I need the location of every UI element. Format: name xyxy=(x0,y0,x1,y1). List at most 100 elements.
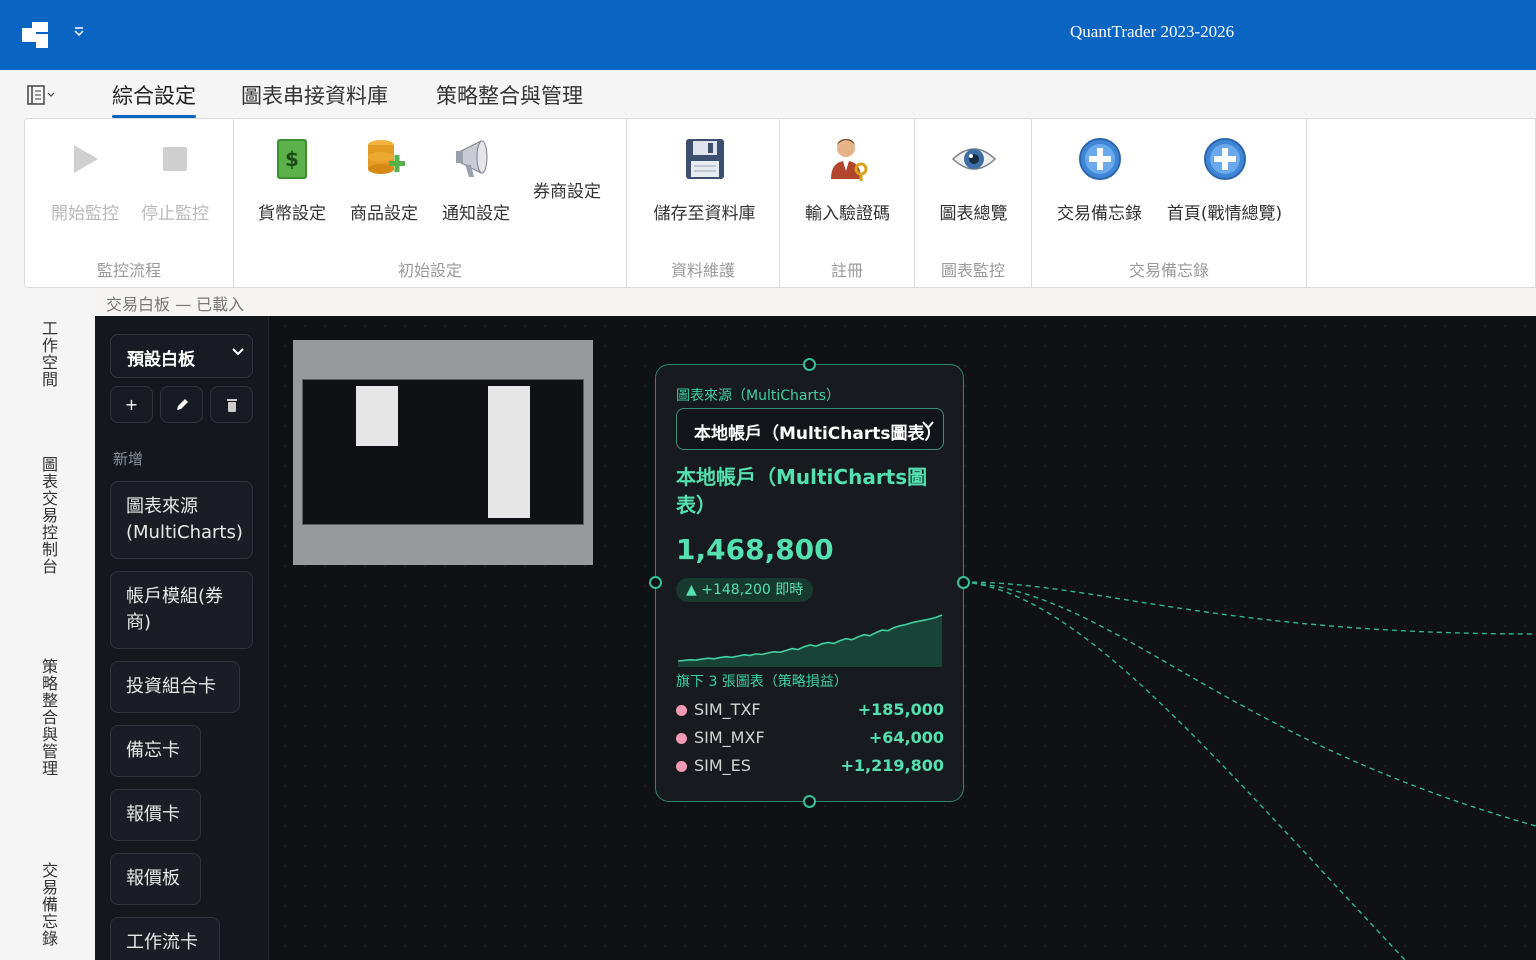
home-dashboard-button[interactable]: 首頁(戰情總覽) xyxy=(1162,133,1287,224)
sub-charts-label: 旗下 3 張圖表（策略損益） xyxy=(676,674,848,690)
whiteboard-select-value: 預設白板 xyxy=(127,350,195,370)
minimap[interactable] xyxy=(293,340,593,565)
enter-code-button[interactable]: 輸入驗證碼 xyxy=(800,133,895,224)
stop-monitor-button[interactable]: 停止監控 xyxy=(137,133,213,224)
whiteboard-select[interactable]: 預設白板 xyxy=(110,334,253,378)
group-label: 監控流程 xyxy=(96,261,161,280)
status-dot-icon xyxy=(676,705,687,716)
group-label: 圖表監控 xyxy=(940,261,1005,280)
palette-item-chart-source[interactable]: 圖表來源 (MultiCharts) xyxy=(110,481,253,559)
value-change-badge: ▲ +148,200 即時 xyxy=(676,578,814,602)
tab-strategy-management[interactable]: 策略整合與管理 xyxy=(436,80,583,118)
palette-item-workflow-card[interactable]: 工作流卡 xyxy=(110,917,220,960)
broker-settings-button[interactable]: 券商設定 xyxy=(533,177,601,202)
delete-whiteboard-button[interactable] xyxy=(210,386,253,423)
node-palette: 預設白板 + 新增 圖表來源 (MultiCharts) 帳戶模組(券 商) 投… xyxy=(95,316,269,960)
status-text: 交易白板 — 已載入 xyxy=(106,295,245,314)
account-value: 1,468,800 xyxy=(676,533,834,566)
group-label: 資料維護 xyxy=(670,261,735,280)
user-key-icon xyxy=(823,133,873,185)
group-label: 初始設定 xyxy=(397,261,462,280)
group-label: 交易備忘錄 xyxy=(1128,261,1209,280)
ribbon-group-init: $ 貨幣設定 商品設定 通知設定 券商設定 初始設定 xyxy=(234,119,627,287)
trade-memo-button[interactable]: 交易備忘錄 xyxy=(1052,133,1147,224)
chart-overview-button[interactable]: 圖表總覽 xyxy=(935,133,1012,224)
svg-text:$: $ xyxy=(285,147,299,171)
nav-chart-console[interactable]: 圖表交易控制台 xyxy=(36,456,60,575)
node-handle-left[interactable] xyxy=(649,576,662,589)
palette-item-account-module[interactable]: 帳戶模組(券 商) xyxy=(110,571,253,649)
chart-pnl: +185,000 xyxy=(857,700,944,719)
chevron-down-icon xyxy=(230,344,246,364)
status-strip: 交易白板 — 已載入 xyxy=(95,288,1536,316)
chart-row: SIM_MXF +64,000 xyxy=(676,727,944,749)
chart-name: SIM_MXF xyxy=(694,728,765,747)
palette-item-memo-card[interactable]: 備忘卡 xyxy=(110,725,201,777)
equity-sparkline xyxy=(677,614,943,667)
account-select-value: 本地帳戶（MultiCharts圖表） xyxy=(694,424,942,444)
play-icon xyxy=(60,133,110,185)
minimap-node xyxy=(356,386,398,446)
start-monitor-button[interactable]: 開始監控 xyxy=(47,133,123,224)
megaphone-icon xyxy=(451,133,501,185)
trash-icon xyxy=(225,398,239,417)
ribbon: 開始監控 停止監控 監控流程 $ 貨幣設定 商品設定 通知設定 券商設定 初始設… xyxy=(24,118,1536,288)
palette-item-portfolio-card[interactable]: 投資組合卡 xyxy=(110,661,240,713)
nav-trade-memo[interactable]: 交易備忘錄 xyxy=(36,862,60,947)
palette-item-quote-card[interactable]: 報價卡 xyxy=(110,789,201,841)
chevron-down-icon xyxy=(921,418,935,436)
plus-circle-icon xyxy=(1075,133,1125,185)
minimap-node xyxy=(488,386,530,518)
eye-icon xyxy=(949,133,999,185)
status-dot-icon xyxy=(676,761,687,772)
chart-source-node[interactable]: 圖表來源（MultiCharts） 本地帳戶（MultiCharts圖表） 本地… xyxy=(649,358,970,808)
tab-chart-database[interactable]: 圖表串接資料庫 xyxy=(241,80,388,118)
node-title: 本地帳戶（MultiCharts圖表） xyxy=(676,465,928,517)
node-handle-right[interactable] xyxy=(957,576,970,589)
left-vertical-nav: 工作空間 圖表交易控制台 策略整合與管理 交易備忘錄 xyxy=(0,288,95,960)
app-title: QuantTrader 2023-2026 xyxy=(1070,22,1235,41)
ribbon-group-monitor: 開始監控 停止監控 監控流程 xyxy=(25,119,234,287)
minimap-viewport xyxy=(302,379,584,525)
tab-general-settings[interactable]: 綜合設定 xyxy=(112,80,196,118)
currency-settings-button[interactable]: $ 貨幣設定 xyxy=(254,133,330,224)
quick-access-dropdown-icon[interactable] xyxy=(70,24,88,44)
app-logo-icon[interactable] xyxy=(22,22,50,48)
nav-strategy-management[interactable]: 策略整合與管理 xyxy=(36,658,60,777)
add-section-label: 新增 xyxy=(113,450,144,468)
notify-settings-button[interactable]: 通知設定 xyxy=(438,133,514,224)
stop-icon xyxy=(150,133,200,185)
product-settings-button[interactable]: 商品設定 xyxy=(346,133,422,224)
ribbon-group-data: 儲存至資料庫 資料維護 xyxy=(627,119,780,287)
tab-bar: 綜合設定 圖表串接資料庫 策略整合與管理 xyxy=(0,70,1536,118)
ribbon-group-memo: 交易備忘錄 首頁(戰情總覽) 交易備忘錄 xyxy=(1032,119,1307,287)
chart-name: SIM_ES xyxy=(694,756,751,775)
whiteboard-canvas[interactable]: 預設白板 + 新增 圖表來源 (MultiCharts) 帳戶模組(券 商) 投… xyxy=(95,316,1536,960)
ribbon-group-register: 輸入驗證碼 註冊 xyxy=(780,119,915,287)
node-handle-top[interactable] xyxy=(803,358,816,371)
status-dot-icon xyxy=(676,733,687,744)
add-whiteboard-button[interactable]: + xyxy=(110,386,153,423)
node-handle-bottom[interactable] xyxy=(803,795,816,808)
nav-workspace[interactable]: 工作空間 xyxy=(36,320,60,388)
money-book-icon: $ xyxy=(267,133,317,185)
rename-whiteboard-button[interactable] xyxy=(160,386,203,423)
database-add-icon xyxy=(359,133,409,185)
ribbon-group-chart: 圖表總覽 圖表監控 xyxy=(915,119,1032,287)
node-source-label: 圖表來源（MultiCharts） xyxy=(676,388,840,404)
sparkline-area xyxy=(678,615,942,667)
plus-circle-icon xyxy=(1200,133,1250,185)
chart-row: SIM_ES +1,219,800 xyxy=(676,755,944,777)
save-to-database-button[interactable]: 儲存至資料庫 xyxy=(647,133,762,224)
chart-pnl: +1,219,800 xyxy=(840,756,945,775)
group-label: 註冊 xyxy=(830,261,863,280)
chart-pnl: +64,000 xyxy=(868,728,944,747)
chart-row: SIM_TXF +185,000 xyxy=(676,699,944,721)
chart-name: SIM_TXF xyxy=(694,700,761,719)
plus-icon: + xyxy=(124,395,139,414)
floppy-disk-icon xyxy=(680,133,730,185)
sidebar-menu-icon[interactable] xyxy=(26,84,60,106)
palette-item-quote-board[interactable]: 報價板 xyxy=(110,853,201,905)
account-select[interactable]: 本地帳戶（MultiCharts圖表） xyxy=(676,408,944,450)
pencil-icon xyxy=(174,398,190,417)
